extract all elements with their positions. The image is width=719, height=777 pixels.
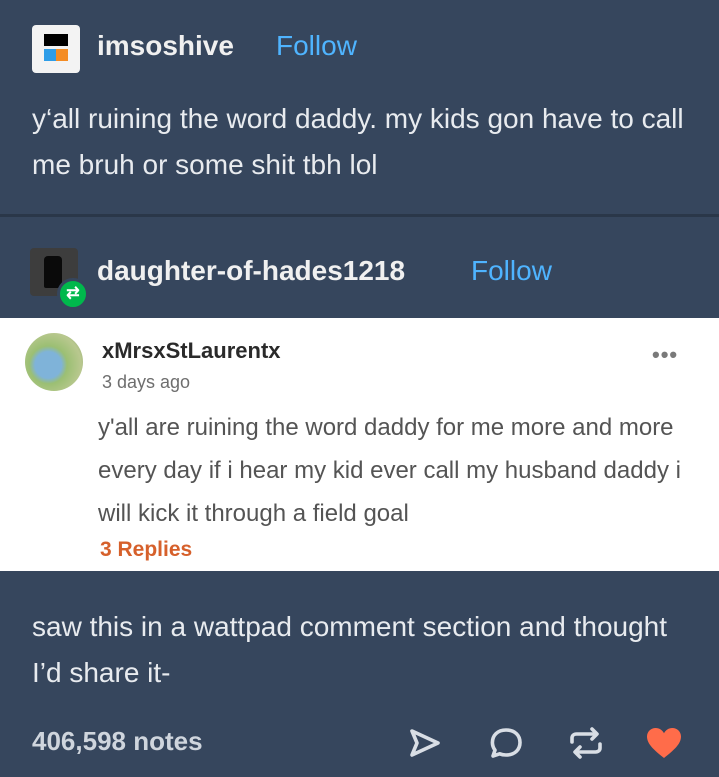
share-icon-svg: [410, 729, 440, 757]
wattpad-comment-screenshot: xMrsxStLaurentx 3 days ago ••• y'all are…: [0, 318, 719, 571]
reply-icon-svg: [490, 728, 522, 758]
avatar-block-orange: [56, 49, 68, 61]
original-author-name[interactable]: imsoshive: [97, 30, 234, 62]
commenter-username: xMrsxStLaurentx: [102, 338, 281, 363]
follow-reblogger-button[interactable]: Follow: [471, 255, 552, 287]
original-post-text: y‘all ruining the word daddy. my kids go…: [32, 103, 684, 180]
reblog-icon-svg: [570, 727, 602, 759]
more-options-icon: •••: [652, 342, 679, 367]
avatar-block-black: [44, 34, 68, 46]
reply-icon[interactable]: [486, 723, 526, 763]
share-icon[interactable]: [404, 723, 444, 763]
reblog-caption: saw this in a wattpad comment section an…: [32, 611, 668, 688]
avatar-block-blue: [44, 49, 56, 61]
like-heart-icon: [647, 728, 681, 758]
reblog-badge-icon: ⇄: [57, 278, 89, 310]
notes-count[interactable]: 406,598 notes: [32, 726, 203, 757]
like-icon[interactable]: [644, 723, 684, 763]
reblogger-name[interactable]: daughter-of-hades1218: [97, 255, 405, 287]
comment-timestamp: 3 days ago: [102, 372, 191, 392]
comment-text: y'all are ruining the word daddy for me …: [98, 414, 681, 527]
avatar-silhouette: [44, 256, 62, 288]
reblog-icon[interactable]: [566, 723, 606, 763]
post-divider: [0, 214, 719, 217]
commenter-avatar: [25, 333, 83, 391]
comment-replies-link: 3 Replies: [100, 538, 193, 561]
follow-original-author-button[interactable]: Follow: [276, 30, 357, 62]
imsoshive-avatar[interactable]: [32, 25, 80, 73]
